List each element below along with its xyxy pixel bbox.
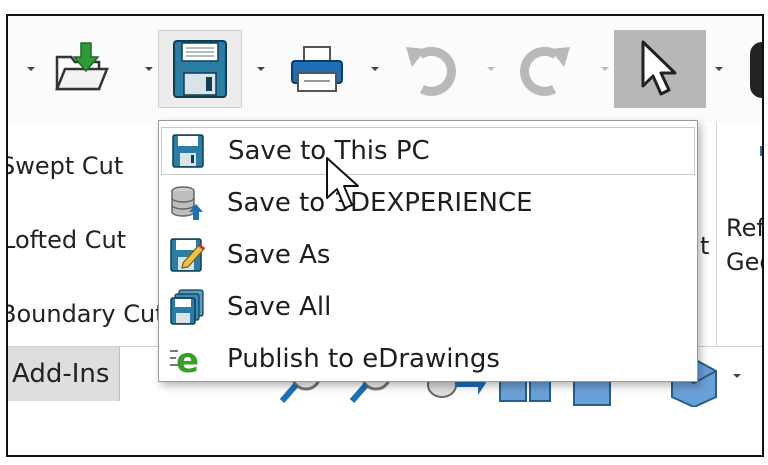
menu-item-label: Publish to eDrawings [227,344,500,374]
print-button[interactable] [274,30,360,108]
select-button[interactable] [614,30,706,108]
swept-cut-command[interactable]: Swept Cut [8,152,123,180]
tab-add-ins[interactable]: Add-Ins [8,347,120,401]
floppy-disk-icon [168,131,208,171]
menu-item-publish-to-edrawings[interactable]: e Publish to eDrawings [161,335,695,383]
menu-item-save-to-this-pc[interactable]: Save to This PC [161,127,695,175]
undo-icon [406,46,456,96]
save-as-icon [167,235,207,275]
partial-command-label[interactable]: t [700,232,709,260]
database-upload-icon [167,183,207,223]
reference-geometry-label-fragment[interactable]: Ref [726,214,762,242]
select-pointer-icon [641,40,677,96]
app-window: Swept Cut Lofted Cut Boundary Cut Ref Ge… [6,14,764,457]
svg-text:e: e [176,341,199,377]
reference-geometry-label-fragment-2[interactable]: Geo [726,248,762,276]
caret-down-icon[interactable] [486,64,496,74]
edrawings-icon: e [167,339,207,379]
partial-toolbar-icon[interactable] [750,42,762,98]
partial-icon [760,146,762,156]
save-button[interactable] [158,30,242,108]
undo-button[interactable] [392,30,468,108]
menu-item-label: Save to 3DEXPERIENCE [227,188,533,218]
redo-icon [520,46,570,96]
lofted-cut-command[interactable]: Lofted Cut [8,226,126,254]
caret-down-icon[interactable] [26,64,36,74]
menu-item-save-to-3dexperience[interactable]: Save to 3DEXPERIENCE [161,179,695,227]
caret-down-icon[interactable] [732,371,742,381]
save-icon [173,40,227,98]
caret-down-icon[interactable] [714,64,724,74]
caret-down-icon[interactable] [600,64,610,74]
quick-access-toolbar [8,16,762,123]
open-button[interactable] [46,30,116,108]
menu-item-save-all[interactable]: Save All [161,283,695,331]
print-icon [291,46,343,92]
menu-item-save-as[interactable]: Save As [161,231,695,279]
menu-item-label: Save to This PC [228,136,430,166]
caret-down-icon[interactable] [370,64,380,74]
menu-item-label: Save As [227,240,331,270]
boundary-cut-command[interactable]: Boundary Cut [8,300,165,328]
caret-down-icon[interactable] [256,64,266,74]
open-folder-icon [55,42,109,91]
save-dropdown-menu: Save to This PC Save to 3DEXPERIENCE Sav… [158,120,698,382]
menu-item-label: Save All [227,292,332,322]
caret-down-icon[interactable] [144,64,154,74]
redo-button[interactable] [508,30,584,108]
ribbon-divider [716,122,717,352]
save-all-icon [167,287,207,327]
